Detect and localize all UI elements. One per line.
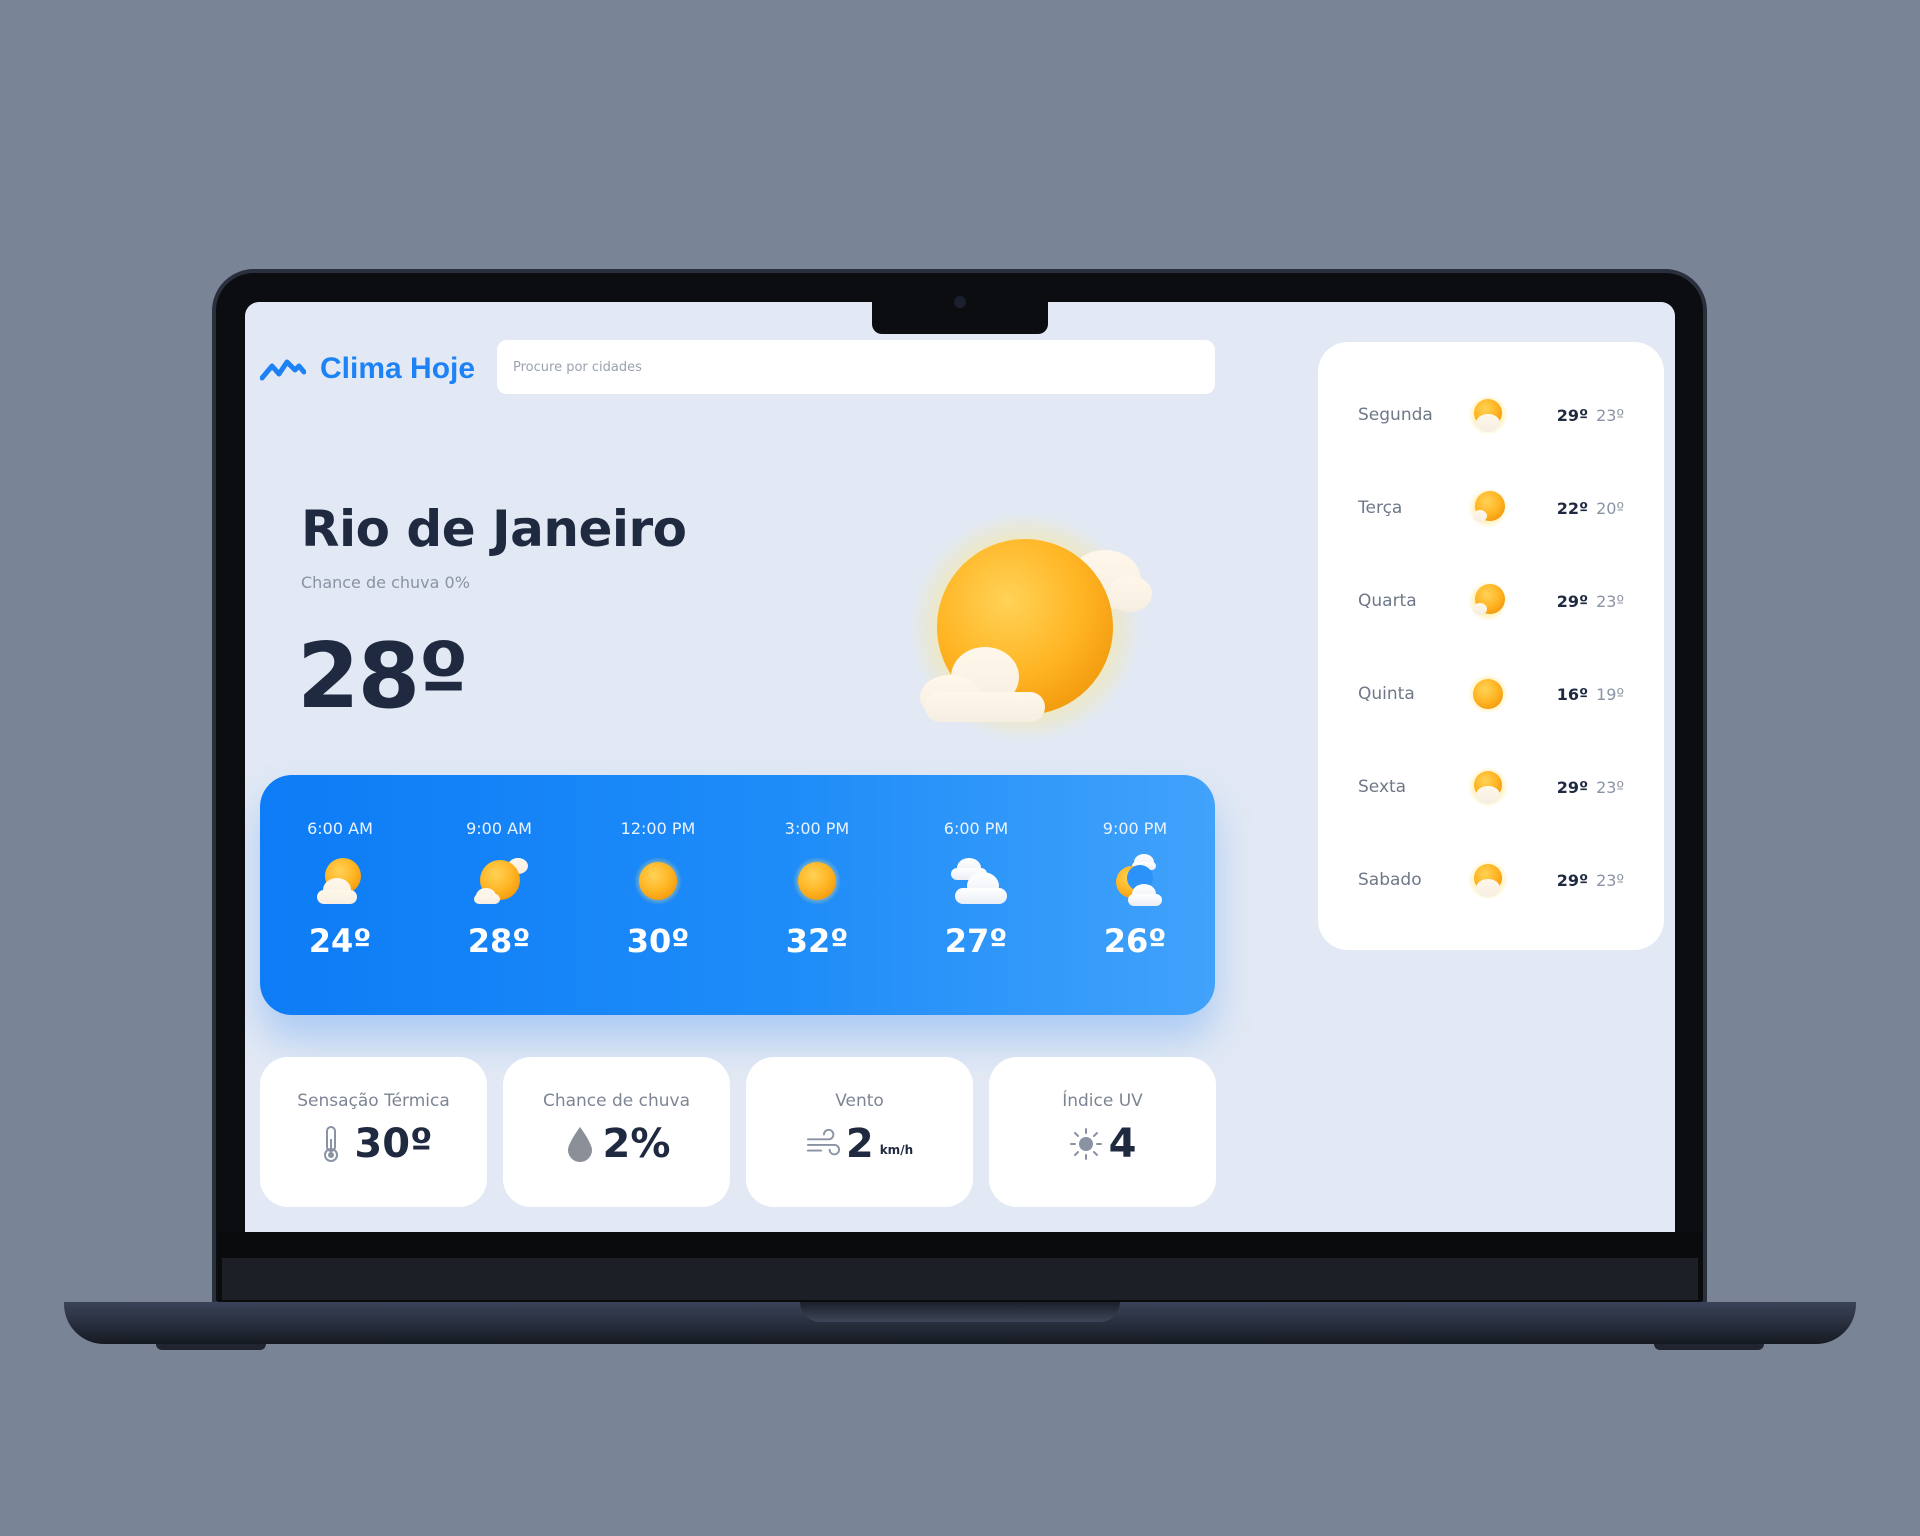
- stat-value: 30º: [354, 1121, 433, 1167]
- sun-icon: [634, 857, 682, 905]
- day-row-sabado[interactable]: Sabado 29º 23º: [1318, 850, 1664, 910]
- day-min-temp: 23º: [1596, 870, 1624, 890]
- hour-time: 3:00 PM: [784, 819, 850, 838]
- hour-temp: 24º: [308, 922, 372, 960]
- current-temperature: 28º: [297, 624, 469, 729]
- app-name: Clima Hoje: [320, 352, 476, 385]
- hour-time: 9:00 AM: [466, 819, 532, 838]
- sun-icon: [1468, 674, 1508, 714]
- day-name: Sabado: [1358, 870, 1422, 890]
- day-name: Segunda: [1358, 405, 1433, 425]
- day-max-temp: 29º: [1556, 777, 1589, 797]
- day-temps: 22º 20º: [1557, 499, 1624, 518]
- day-row-terca[interactable]: Terça 22º 20º: [1318, 478, 1664, 538]
- hour-temp: 27º: [944, 922, 1008, 960]
- day-min-temp: 19º: [1596, 684, 1624, 704]
- day-min-temp: 23º: [1596, 777, 1624, 797]
- cloud-sun-icon: [317, 858, 361, 904]
- stat-value: 4: [1108, 1121, 1137, 1167]
- clouds-icon: [951, 858, 1007, 904]
- cloud-sun-icon: [1468, 767, 1508, 807]
- day-max-temp: 16º: [1556, 684, 1589, 704]
- weekly-forecast-panel: Segunda 29º 23º Terça 22º 20º Quarta 29º…: [1318, 342, 1664, 950]
- wind-icon: [806, 1124, 840, 1164]
- day-min-temp: 20º: [1596, 498, 1624, 518]
- uv-sun-icon: [1069, 1124, 1103, 1164]
- hour-temp: 32º: [785, 922, 849, 960]
- brand[interactable]: Clima Hoje: [260, 352, 475, 386]
- city-name: Rio de Janeiro: [301, 500, 687, 558]
- hour-item[interactable]: 9:00 PM 26º: [1075, 775, 1195, 1015]
- stat-row: 2 km/h: [806, 1121, 913, 1167]
- day-name: Quinta: [1358, 684, 1415, 704]
- camera-icon: [954, 296, 966, 308]
- stat-row: 4: [1069, 1121, 1137, 1167]
- stat-label: Vento: [835, 1091, 884, 1111]
- day-max-temp: 29º: [1556, 870, 1589, 890]
- day-row-segunda[interactable]: Segunda 29º 23º: [1318, 385, 1664, 445]
- stat-card-uv-index[interactable]: Índice UV 4: [989, 1057, 1216, 1207]
- hour-time: 12:00 PM: [620, 819, 696, 838]
- day-row-quarta[interactable]: Quarta 29º 23º: [1318, 571, 1664, 631]
- day-temps: 29º 23º: [1557, 778, 1624, 797]
- sun-cloud-icon: [1468, 488, 1508, 528]
- stat-unit: km/h: [879, 1143, 914, 1157]
- hour-temp: 30º: [626, 922, 690, 960]
- sun-cloud-icon: [1468, 581, 1508, 621]
- hour-item[interactable]: 12:00 PM 30º: [598, 775, 718, 1015]
- day-name: Sexta: [1358, 777, 1407, 797]
- day-min-temp: 23º: [1596, 591, 1624, 611]
- day-max-temp: 29º: [1556, 591, 1589, 611]
- mountain-logo-icon: [260, 359, 306, 381]
- stat-label: Chance de chuva: [542, 1091, 691, 1111]
- hour-item[interactable]: 9:00 AM 28º: [439, 775, 559, 1015]
- hour-item[interactable]: 3:00 PM 32º: [757, 775, 877, 1015]
- laptop-chin-inner: [222, 1258, 1698, 1300]
- day-name: Terça: [1358, 498, 1403, 518]
- day-temps: 29º 23º: [1557, 871, 1624, 890]
- raindrop-icon: [563, 1124, 597, 1164]
- sun-with-clouds-icon: [910, 512, 1152, 742]
- stat-card-feels-like[interactable]: Sensação Térmica 30º: [260, 1057, 487, 1207]
- stat-card-rain-chance[interactable]: Chance de chuva 2%: [503, 1057, 730, 1207]
- hourly-forecast: 6:00 AM 24º 9:00 AM 28º 12:00 PM 30º 3:0…: [260, 775, 1215, 1015]
- day-name: Quarta: [1358, 591, 1417, 611]
- day-max-temp: 29º: [1556, 405, 1589, 425]
- day-min-temp: 23º: [1596, 405, 1624, 425]
- hour-temp: 26º: [1103, 922, 1167, 960]
- hour-time: 9:00 PM: [1102, 819, 1168, 838]
- stat-row: 2%: [563, 1121, 671, 1167]
- day-temps: 16º 19º: [1557, 685, 1624, 704]
- cloud-sun-icon: [1468, 395, 1508, 435]
- stat-row: 30º: [314, 1121, 433, 1167]
- moon-clouds-icon: [1116, 854, 1162, 906]
- hour-time: 6:00 PM: [943, 819, 1009, 838]
- laptop-opening-notch: [800, 1302, 1120, 1322]
- day-temps: 29º 23º: [1557, 592, 1624, 611]
- stat-label: Índice UV: [1062, 1091, 1143, 1111]
- stat-value: 2: [845, 1121, 874, 1167]
- day-row-sexta[interactable]: Sexta 29º 23º: [1318, 757, 1664, 817]
- stat-value: 2%: [602, 1121, 671, 1167]
- laptop-foot: [1654, 1344, 1764, 1350]
- cloud-sun-icon: [1468, 860, 1508, 900]
- stat-card-wind[interactable]: Vento 2 km/h: [746, 1057, 973, 1207]
- day-max-temp: 22º: [1556, 498, 1589, 518]
- sun-cloud-icon: [474, 858, 528, 904]
- day-temps: 29º 23º: [1557, 406, 1624, 425]
- weather-app-screen: Clima Hoje Rio de Janeiro Chance de chuv…: [245, 302, 1675, 1232]
- thermometer-icon: [314, 1124, 348, 1164]
- hour-item[interactable]: 6:00 AM 24º: [280, 775, 400, 1015]
- laptop-foot: [156, 1344, 266, 1350]
- stat-label: Sensação Térmica: [297, 1091, 450, 1111]
- hour-time: 6:00 AM: [307, 819, 373, 838]
- search-input[interactable]: [497, 340, 1215, 394]
- sun-icon: [793, 857, 841, 905]
- day-row-quinta[interactable]: Quinta 16º 19º: [1318, 664, 1664, 724]
- rain-chance-text: Chance de chuva 0%: [301, 573, 470, 592]
- hour-item[interactable]: 6:00 PM 27º: [916, 775, 1036, 1015]
- hour-temp: 28º: [467, 922, 531, 960]
